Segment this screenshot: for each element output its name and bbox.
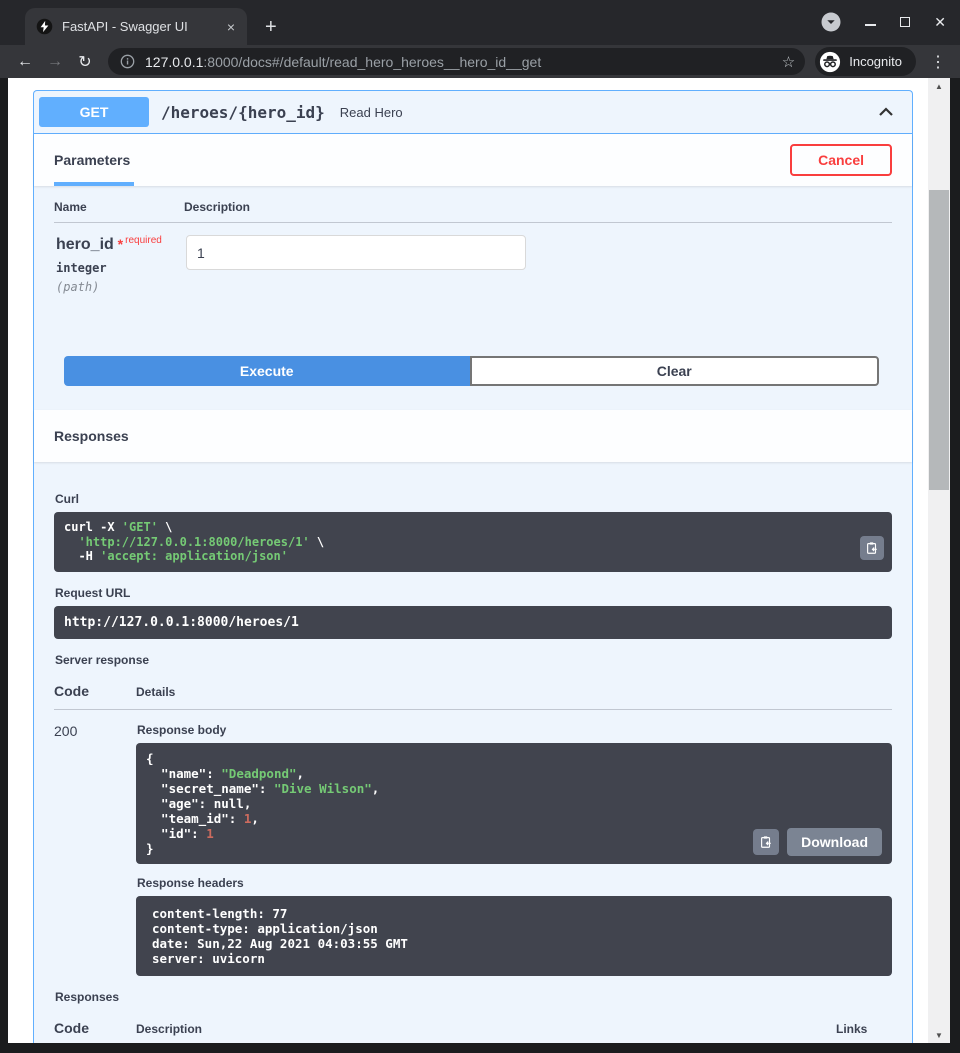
browser-tab[interactable]: FastAPI - Swagger UI × bbox=[25, 8, 247, 45]
response-body-label: Response body bbox=[137, 723, 892, 737]
server-response-label: Server response bbox=[55, 653, 892, 667]
param-location: (path) bbox=[56, 280, 186, 294]
page-scrollbar[interactable]: ▲ ▼ bbox=[928, 78, 950, 1043]
fastapi-favicon-icon bbox=[36, 18, 53, 35]
url-text: 127.0.0.1:8000/docs#/default/read_hero_h… bbox=[145, 54, 774, 70]
browser-tabstrip: FastAPI - Swagger UI × + ✕ bbox=[0, 0, 960, 45]
opblock-summary[interactable]: GET /heroes/{hero_id} Read Hero bbox=[34, 91, 912, 134]
response-headers-label: Response headers bbox=[137, 876, 892, 890]
col-header-code: Code bbox=[54, 683, 136, 699]
server-response-row: 200 Response body { "name": "Deadpond", … bbox=[54, 710, 892, 976]
col-header-description-2: Description bbox=[136, 1022, 202, 1036]
collapse-chevron-icon[interactable] bbox=[872, 98, 900, 126]
endpoint-path: /heroes/{hero_id} bbox=[161, 103, 325, 122]
parameter-row: hero_id *required integer (path) bbox=[54, 223, 892, 356]
parameters-header: Parameters Cancel bbox=[34, 134, 912, 186]
bookmark-star-icon[interactable]: ☆ bbox=[782, 53, 795, 71]
browser-toolbar: ← → ↻ 127.0.0.1:8000/docs#/default/read_… bbox=[0, 45, 960, 78]
responses-title: Responses bbox=[54, 428, 129, 444]
scrollbar-thumb[interactable] bbox=[929, 190, 949, 490]
tab-close-icon[interactable]: × bbox=[223, 19, 239, 35]
url-bar[interactable]: 127.0.0.1:8000/docs#/default/read_hero_h… bbox=[108, 48, 805, 75]
copy-response-button[interactable] bbox=[753, 829, 779, 855]
param-name: hero_id bbox=[56, 236, 114, 253]
status-code: 200 bbox=[54, 723, 136, 976]
request-url-value: http://127.0.0.1:8000/heroes/1 bbox=[54, 606, 892, 639]
col-header-description: Description bbox=[184, 200, 250, 214]
site-info-icon[interactable] bbox=[120, 54, 135, 69]
response-headers-block: content-length: 77content-type: applicat… bbox=[136, 896, 892, 976]
required-label: required bbox=[125, 235, 162, 246]
window-close-button[interactable]: ✕ bbox=[934, 12, 946, 32]
incognito-label: Incognito bbox=[849, 54, 902, 69]
hero-id-input[interactable] bbox=[186, 235, 526, 270]
execute-button[interactable]: Execute bbox=[64, 356, 470, 386]
back-icon[interactable]: ← bbox=[10, 53, 40, 71]
scrollbar-down-icon[interactable]: ▼ bbox=[928, 1027, 950, 1043]
maximize-button[interactable] bbox=[900, 12, 910, 32]
download-button[interactable]: Download bbox=[787, 828, 882, 856]
swagger-page: GET /heroes/{hero_id} Read Hero Paramete… bbox=[8, 78, 928, 1043]
execute-wrapper: Execute Clear bbox=[34, 356, 912, 410]
col-header-links: Links bbox=[836, 1022, 892, 1036]
reload-icon[interactable]: ↻ bbox=[70, 52, 100, 72]
responses-wrapper: Curl curl -X 'GET' \ 'http://127.0.0.1:8… bbox=[34, 462, 912, 1043]
responses-section-header: Responses bbox=[34, 410, 912, 462]
curl-code-block: curl -X 'GET' \ 'http://127.0.0.1:8000/h… bbox=[54, 512, 892, 572]
param-type: integer bbox=[56, 261, 186, 275]
col-header-name: Name bbox=[54, 200, 184, 214]
browser-update-icon[interactable] bbox=[821, 12, 841, 32]
col-header-details: Details bbox=[136, 685, 175, 699]
responses-table-title: Responses bbox=[55, 990, 892, 1004]
request-url-label: Request URL bbox=[55, 586, 892, 600]
tab-parameters[interactable]: Parameters bbox=[54, 134, 134, 186]
col-header-code-2: Code bbox=[54, 1020, 136, 1036]
minimize-button[interactable] bbox=[865, 12, 876, 32]
cancel-button[interactable]: Cancel bbox=[790, 144, 892, 176]
endpoint-summary: Read Hero bbox=[340, 105, 403, 120]
forward-icon[interactable]: → bbox=[40, 53, 70, 71]
browser-menu-icon[interactable]: ⋮ bbox=[926, 52, 950, 72]
scrollbar-up-icon[interactable]: ▲ bbox=[928, 78, 950, 94]
incognito-badge: Incognito bbox=[815, 47, 916, 76]
required-star: * bbox=[114, 236, 123, 252]
parameters-section: Name Description hero_id *required integ… bbox=[34, 186, 912, 356]
curl-label: Curl bbox=[55, 492, 892, 506]
new-tab-button[interactable]: + bbox=[259, 16, 283, 39]
response-body-block: { "name": "Deadpond", "secret_name": "Di… bbox=[136, 743, 892, 864]
incognito-icon bbox=[819, 51, 841, 73]
clear-button[interactable]: Clear bbox=[470, 356, 880, 386]
tab-title: FastAPI - Swagger UI bbox=[62, 19, 223, 34]
opblock-get-heroes: GET /heroes/{hero_id} Read Hero Paramete… bbox=[33, 90, 913, 1043]
copy-curl-button[interactable] bbox=[860, 536, 884, 560]
method-badge: GET bbox=[39, 97, 149, 127]
